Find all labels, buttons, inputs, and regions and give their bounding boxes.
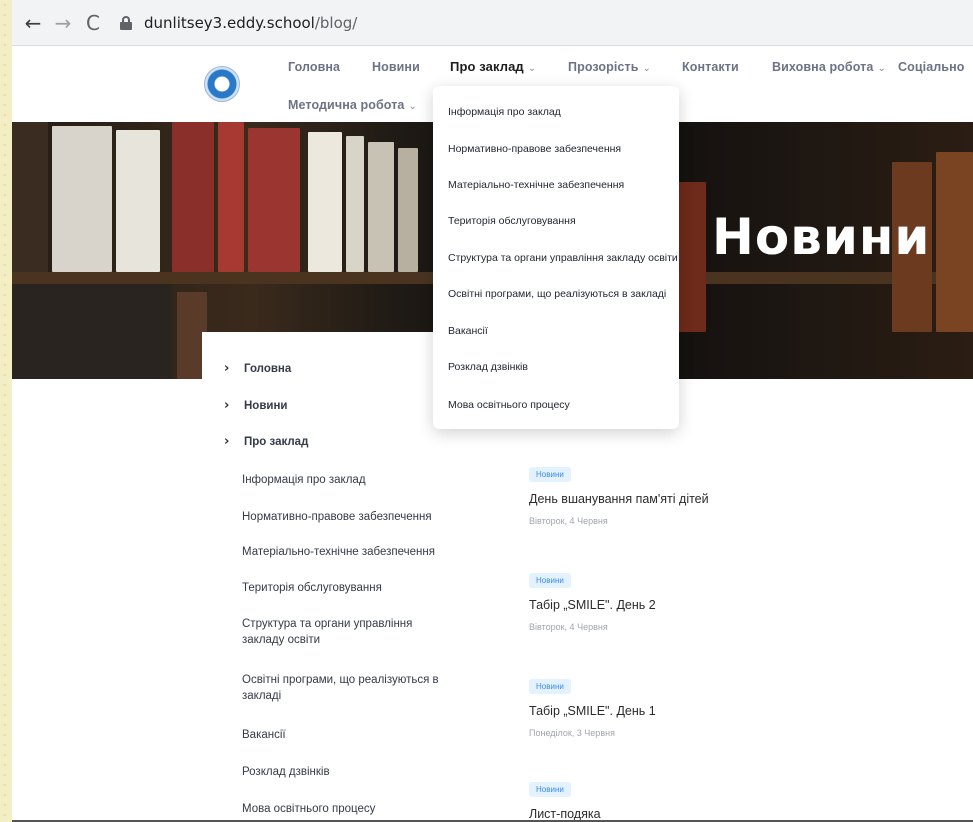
news-date: Вівторок, 4 Червня: [529, 622, 608, 632]
side-menu-label: Головна: [244, 363, 292, 375]
about-dropdown-menu: Інформація про заклад Нормативно-правове…: [433, 86, 679, 429]
book-spine: [52, 126, 112, 272]
dropdown-item[interactable]: Освітні програми, що реалізуються в закл…: [448, 288, 666, 300]
dropdown-item[interactable]: Матеріально-технічне забезпечення: [448, 179, 624, 191]
side-submenu-label: Вакансії: [242, 729, 286, 741]
book-spine: [346, 136, 364, 272]
dropdown-item[interactable]: Інформація про заклад: [448, 106, 561, 118]
hero-title: Новини: [712, 208, 931, 266]
nav-item-home[interactable]: Головна: [288, 60, 340, 74]
back-arrow-icon[interactable]: ←: [22, 11, 44, 35]
nav-item-transparency[interactable]: Прозорість ⌄: [568, 60, 651, 74]
dropdown-item[interactable]: Структура та органи управління закладу о…: [448, 252, 678, 264]
nav-item-upbringing-label: Виховна робота: [772, 60, 874, 74]
side-menu-label: Про заклад: [244, 436, 309, 448]
book-spine: [12, 122, 48, 272]
browser-viewport: ← → C dunlitsey3.eddy.school/blog/ Голов…: [12, 0, 973, 822]
book-spine: [308, 132, 342, 272]
reload-icon[interactable]: C: [82, 11, 104, 35]
news-date: Вівторок, 4 Червня: [529, 516, 608, 526]
book-spine: [172, 122, 214, 272]
side-menu-label: Новини: [244, 400, 288, 412]
book-spine: [248, 128, 300, 272]
side-submenu-label: Нормативно-правове забезпечення: [242, 511, 432, 523]
nav-item-contacts[interactable]: Контакти: [682, 60, 739, 74]
book-spine: [398, 148, 418, 272]
nav-item-news[interactable]: Новини: [372, 60, 420, 74]
url-host: dunlitsey3.eddy.school: [144, 13, 315, 32]
news-date: Понеділок, 3 Червня: [529, 728, 615, 738]
side-submenu-label: Територія обслуговування: [242, 582, 382, 594]
book-spine: [12, 284, 172, 379]
news-list: Новини День вшанування пам'яті дітей Вів…: [487, 379, 973, 822]
nav-item-about-label: Про заклад: [450, 59, 524, 74]
side-submenu-label: Розклад дзвінків: [242, 766, 330, 778]
side-submenu-label: Структура та органи управління закладу о…: [242, 618, 413, 646]
url-path: /blog/: [314, 13, 358, 32]
news-title[interactable]: Лист-подяка: [529, 807, 601, 821]
side-submenu-label: Освітні програми, що реалізуються в закл…: [242, 674, 439, 702]
side-submenu-label: Інформація про заклад: [242, 474, 366, 486]
book-spine: [368, 142, 394, 272]
book-spine: [936, 152, 973, 332]
news-title[interactable]: День вшанування пам'яті дітей: [529, 492, 709, 506]
dropdown-item[interactable]: Вакансії: [448, 325, 488, 337]
browser-toolbar: ← → C dunlitsey3.eddy.school/blog/: [12, 0, 973, 46]
dropdown-item[interactable]: Розклад дзвінків: [448, 361, 528, 373]
chevron-down-icon: ⌄: [877, 63, 886, 74]
lock-icon[interactable]: [120, 15, 132, 30]
book-spine: [218, 122, 244, 272]
news-item[interactable]: Новини Лист-подяка: [529, 779, 601, 821]
nav-item-about[interactable]: Про заклад ⌄: [450, 59, 536, 74]
chevron-right-icon: ›: [224, 434, 230, 449]
news-item[interactable]: Новини Табір „SMILE". День 1 Понеділок, …: [529, 676, 656, 738]
news-title[interactable]: Табір „SMILE". День 2: [529, 598, 656, 612]
news-title[interactable]: Табір „SMILE". День 1: [529, 704, 656, 718]
side-submenu-label: Матеріально-технічне забезпечення: [242, 546, 435, 558]
news-item[interactable]: Новини День вшанування пам'яті дітей Вів…: [529, 464, 709, 526]
chevron-down-icon: ⌄: [408, 101, 417, 112]
chevron-down-icon: ⌄: [527, 63, 537, 74]
book-spine: [116, 130, 160, 272]
nav-item-social[interactable]: Соціально: [898, 60, 964, 74]
nav-item-methodical[interactable]: Методична робота ⌄: [288, 98, 417, 112]
nav-item-methodical-label: Методична робота: [288, 98, 405, 112]
chevron-right-icon: ›: [224, 398, 230, 413]
category-badge[interactable]: Новини: [529, 782, 571, 797]
news-item[interactable]: Новини Табір „SMILE". День 2 Вівторок, 4…: [529, 570, 656, 632]
dropdown-item[interactable]: Територія обслуговування: [448, 215, 576, 227]
category-badge[interactable]: Новини: [529, 573, 571, 588]
chevron-down-icon: ⌄: [642, 63, 651, 74]
nav-item-transparency-label: Прозорість: [568, 60, 639, 74]
category-badge[interactable]: Новини: [529, 467, 571, 482]
address-bar[interactable]: dunlitsey3.eddy.school/blog/: [120, 8, 973, 38]
dropdown-item[interactable]: Мова освітнього процесу: [448, 399, 570, 411]
nav-item-upbringing[interactable]: Виховна робота ⌄: [772, 60, 886, 74]
chevron-right-icon: ›: [224, 361, 230, 376]
forward-arrow-icon[interactable]: →: [52, 11, 74, 35]
school-logo[interactable]: [204, 66, 240, 102]
category-badge[interactable]: Новини: [529, 679, 571, 694]
side-submenu-label: Мова освітнього процесу: [242, 803, 376, 815]
dropdown-item[interactable]: Нормативно-правове забезпечення: [448, 143, 621, 155]
